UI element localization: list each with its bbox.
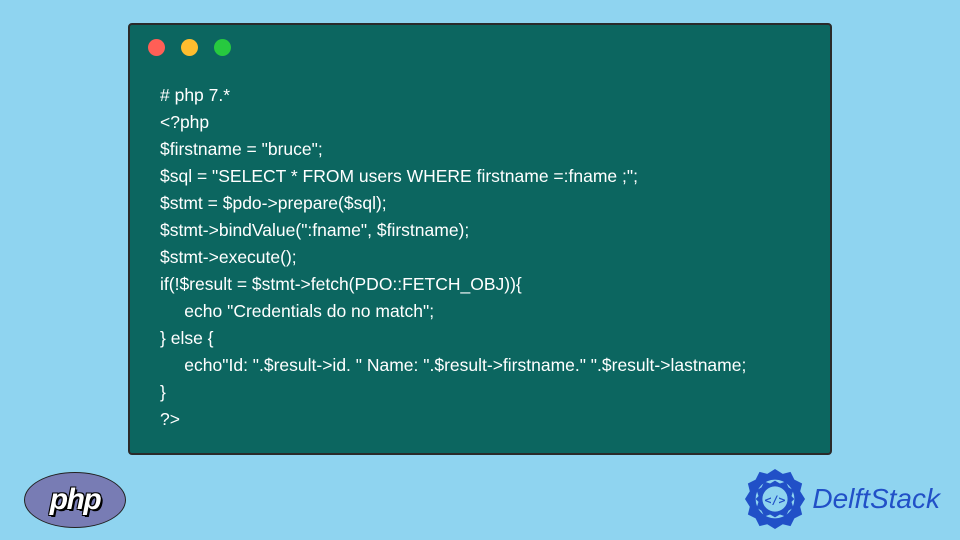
php-logo-text: php: [50, 483, 100, 517]
delftstack-text: DelftStack: [812, 483, 940, 515]
close-icon: [148, 39, 165, 56]
minimize-icon: [181, 39, 198, 56]
window-controls: [148, 39, 231, 56]
delftstack-logo: </> DelftStack: [744, 468, 940, 530]
delftstack-gear-icon: </>: [744, 468, 806, 530]
maximize-icon: [214, 39, 231, 56]
php-logo: php: [24, 472, 126, 528]
svg-text:</>: </>: [765, 493, 786, 507]
code-block: # php 7.* <?php $firstname = "bruce"; $s…: [160, 82, 810, 433]
code-window: # php 7.* <?php $firstname = "bruce"; $s…: [128, 23, 832, 455]
